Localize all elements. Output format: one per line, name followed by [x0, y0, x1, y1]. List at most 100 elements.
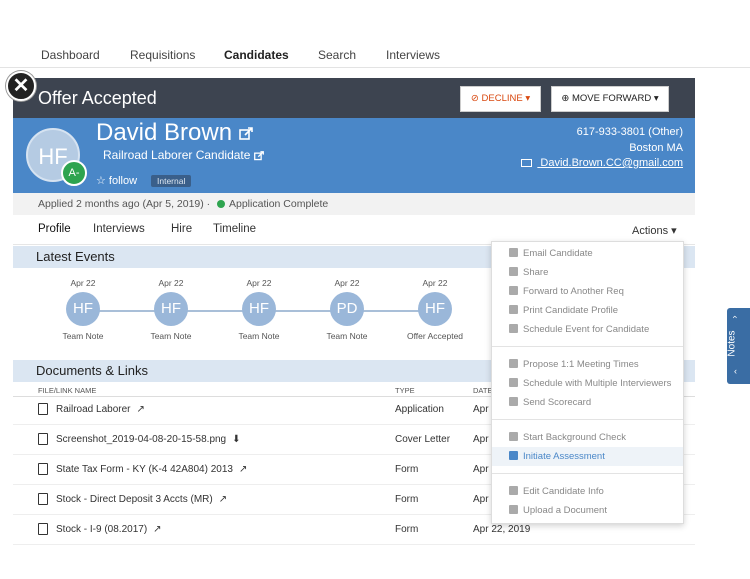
file-icon	[38, 523, 48, 535]
event-avatar: HF	[242, 292, 276, 326]
event-date: Apr 22	[158, 278, 184, 288]
file-name-text[interactable]: Stock - I-9 (08.2017)	[56, 524, 147, 535]
event-label: Team Note	[326, 331, 368, 341]
file-name[interactable]: Screenshot_2019-04-08-20-15-58.png ⬇	[56, 434, 241, 445]
event-item[interactable]: Apr 22 PD Team Note	[302, 278, 392, 341]
file-name[interactable]: Railroad Laborer ↗	[56, 404, 145, 415]
documents-title: Documents & Links	[36, 363, 148, 378]
column-date[interactable]: DATE	[473, 386, 492, 395]
follow-button[interactable]: ☆ follow	[96, 174, 137, 187]
file-icon	[38, 463, 48, 475]
menu-item-label: Upload a Document	[523, 505, 607, 516]
file-name-text[interactable]: State Tax Form - KY (K-4 42A804) 2013	[56, 464, 233, 475]
tab-requisitions[interactable]: Requisitions	[130, 48, 195, 62]
actions-dropdown[interactable]: Actions ▾	[632, 224, 677, 237]
menu-item-label: Send Scorecard	[523, 397, 592, 408]
event-item[interactable]: Apr 22 HF Team Note	[38, 278, 128, 341]
menu-item-upload-document[interactable]: Upload a Document	[492, 501, 683, 520]
menu-item-label: Print Candidate Profile	[523, 305, 619, 316]
scorecard-icon	[509, 397, 518, 406]
menu-item-label: Schedule Event for Candidate	[523, 324, 650, 335]
tab-profile-interviews[interactable]: Interviews	[93, 223, 145, 235]
file-date: Apr 22, 2019	[473, 524, 531, 535]
file-type: Cover Letter	[395, 434, 451, 445]
top-nav: Dashboard Requisitions Candidates Search…	[0, 40, 750, 68]
menu-item-label: Start Background Check	[523, 432, 626, 443]
external-link-icon[interactable]: ↗	[137, 404, 145, 415]
file-name[interactable]: Stock - Direct Deposit 3 Accts (MR) ↗	[56, 494, 227, 505]
tab-dashboard[interactable]: Dashboard	[41, 48, 100, 62]
file-type: Application	[395, 404, 444, 415]
candidate-role-text: Railroad Laborer Candidate	[103, 148, 251, 162]
menu-item-initiate-assessment[interactable]: Initiate Assessment	[492, 447, 683, 466]
external-link-icon[interactable]: ↗	[239, 464, 247, 475]
menu-item-forward[interactable]: Forward to Another Req	[492, 282, 683, 301]
event-item[interactable]: Apr 22 HF Team Note	[126, 278, 216, 341]
menu-item-propose-meeting[interactable]: Propose 1:1 Meeting Times	[492, 355, 683, 374]
column-name[interactable]: FILE/LINK NAME	[38, 386, 96, 395]
file-name[interactable]: Stock - I-9 (08.2017) ↗	[56, 524, 162, 535]
menu-item-edit-info[interactable]: Edit Candidate Info	[492, 482, 683, 501]
event-date: Apr 22	[422, 278, 448, 288]
notes-tab[interactable]: ‹ Notes ‹	[727, 308, 750, 384]
edit-role-icon[interactable]	[253, 150, 264, 161]
menu-item-label: Edit Candidate Info	[523, 486, 604, 497]
latest-events-title: Latest Events	[36, 249, 115, 264]
menu-item-background-check[interactable]: Start Background Check	[492, 428, 683, 447]
menu-item-label: Propose 1:1 Meeting Times	[523, 359, 639, 370]
event-avatar: HF	[418, 292, 452, 326]
event-avatar: HF	[154, 292, 188, 326]
group-icon	[509, 378, 518, 387]
column-type[interactable]: TYPE	[395, 386, 415, 395]
menu-divider	[492, 346, 683, 347]
event-label: Team Note	[62, 331, 104, 341]
close-icon[interactable]: ✕	[6, 71, 36, 101]
edit-icon[interactable]	[238, 126, 253, 141]
notes-label: Notes	[726, 330, 738, 357]
decline-button[interactable]: ⊘ DECLINE ▾	[460, 86, 541, 112]
candidate-email-text[interactable]: David.Brown.CC@gmail.com	[540, 157, 683, 169]
event-date: Apr 22	[334, 278, 360, 288]
menu-item-schedule-multiple[interactable]: Schedule with Multiple Interviewers	[492, 374, 683, 393]
event-avatar: HF	[66, 292, 100, 326]
tab-search[interactable]: Search	[318, 48, 356, 62]
menu-item-schedule-event[interactable]: Schedule Event for Candidate	[492, 320, 683, 339]
tab-timeline[interactable]: Timeline	[213, 223, 256, 235]
menu-item-send-scorecard[interactable]: Send Scorecard	[492, 393, 683, 412]
external-link-icon[interactable]: ↗	[153, 524, 161, 535]
menu-divider	[492, 473, 683, 474]
file-date: Apr	[473, 494, 489, 505]
candidate-email[interactable]: David.Brown.CC@gmail.com	[521, 157, 683, 169]
menu-item-print[interactable]: Print Candidate Profile	[492, 301, 683, 320]
tab-hire[interactable]: Hire	[171, 223, 192, 235]
event-label: Offer Accepted	[406, 331, 464, 341]
file-type: Form	[395, 464, 419, 475]
event-item[interactable]: Apr 22 HF Team Note	[214, 278, 304, 341]
tab-profile[interactable]: Profile	[38, 223, 71, 235]
file-name[interactable]: State Tax Form - KY (K-4 42A804) 2013 ↗	[56, 464, 247, 475]
event-label: Team Note	[150, 331, 192, 341]
grade-badge[interactable]: A-	[61, 160, 87, 186]
file-date: Apr	[473, 464, 489, 475]
move-forward-button[interactable]: ⊕ MOVE FORWARD ▾	[551, 86, 669, 112]
menu-item-share[interactable]: Share	[492, 263, 683, 282]
candidate-phone: 617-933-3801 (Other)	[576, 126, 683, 138]
file-date: Apr	[473, 404, 489, 415]
modal-titlebar: Offer Accepted ⊘ DECLINE ▾ ⊕ MOVE FORWAR…	[13, 78, 695, 118]
tab-candidates[interactable]: Candidates	[224, 48, 289, 62]
candidate-location: Boston MA	[629, 142, 683, 154]
candidate-header: HF A- David Brown Railroad Laborer Candi…	[13, 118, 695, 193]
file-date: Apr	[473, 434, 489, 445]
edit-icon	[509, 486, 518, 495]
file-name-text[interactable]: Stock - Direct Deposit 3 Accts (MR)	[56, 494, 213, 505]
external-link-icon[interactable]: ↗	[219, 494, 227, 505]
event-date: Apr 22	[70, 278, 96, 288]
event-item[interactable]: Apr 22 HF Offer Accepted	[390, 278, 480, 341]
mail-icon	[521, 159, 533, 168]
file-name-text[interactable]: Screenshot_2019-04-08-20-15-58.png	[56, 434, 226, 445]
actions-menu: Email Candidate Share Forward to Another…	[491, 241, 684, 524]
download-icon[interactable]: ⬇	[232, 434, 240, 445]
menu-item-email-candidate[interactable]: Email Candidate	[492, 244, 683, 263]
file-name-text[interactable]: Railroad Laborer	[56, 404, 131, 415]
tab-interviews[interactable]: Interviews	[386, 48, 440, 62]
